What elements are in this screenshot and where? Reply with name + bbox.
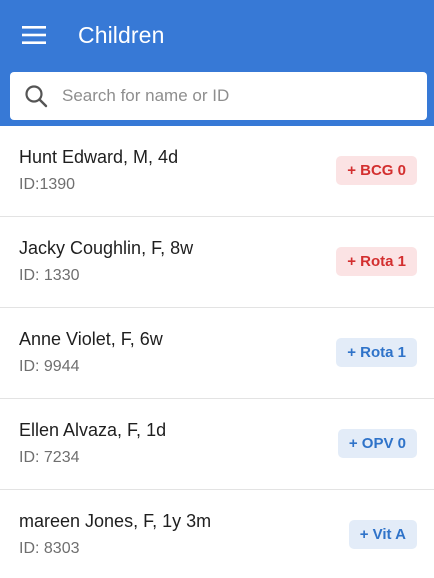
child-id: ID: 7234	[19, 449, 80, 466]
search-icon	[25, 85, 48, 108]
child-name: mareen Jones, F, 1y 3m	[19, 511, 212, 531]
page-title: Children	[78, 22, 165, 48]
child-id: ID: 8303	[19, 540, 80, 557]
vaccine-badge[interactable]: + Rota 1	[336, 338, 417, 367]
app-header: Children	[0, 0, 434, 126]
child-id: ID: 1330	[19, 267, 80, 284]
list-item[interactable]: Jacky Coughlin, F, 8w ID: 1330 + Rota 1	[0, 217, 434, 308]
app-root: Children Hunt Edward, M, 4d ID:1390 + BC…	[0, 0, 434, 578]
child-id: ID:1390	[19, 176, 76, 193]
list-item[interactable]: Hunt Edward, M, 4d ID:1390 + BCG 0	[0, 126, 434, 217]
search-input[interactable]	[62, 76, 427, 116]
child-name: Jacky Coughlin, F, 8w	[19, 238, 194, 258]
child-name: Hunt Edward, M, 4d	[19, 147, 179, 167]
vaccine-badge[interactable]: + OPV 0	[337, 429, 417, 458]
list-item[interactable]: mareen Jones, F, 1y 3m ID: 8303 + Vit A	[0, 490, 434, 578]
child-id: ID: 9944	[19, 358, 80, 375]
child-name: Anne Violet, F, 6w	[19, 329, 163, 349]
search-bar[interactable]	[10, 72, 427, 120]
list-item[interactable]: Anne Violet, F, 6w ID: 9944 + Rota 1	[0, 308, 434, 399]
menu-button[interactable]	[14, 18, 54, 52]
hamburger-menu-icon	[22, 26, 46, 44]
child-name: Ellen Alvaza, F, 1d	[19, 420, 167, 440]
vaccine-badge[interactable]: + Vit A	[348, 520, 417, 549]
list-item[interactable]: Ellen Alvaza, F, 1d ID: 7234 + OPV 0	[0, 399, 434, 490]
vaccine-badge[interactable]: + Rota 1	[336, 247, 417, 276]
vaccine-badge[interactable]: + BCG 0	[336, 156, 417, 185]
children-list: Hunt Edward, M, 4d ID:1390 + BCG 0 Jacky…	[0, 126, 434, 578]
